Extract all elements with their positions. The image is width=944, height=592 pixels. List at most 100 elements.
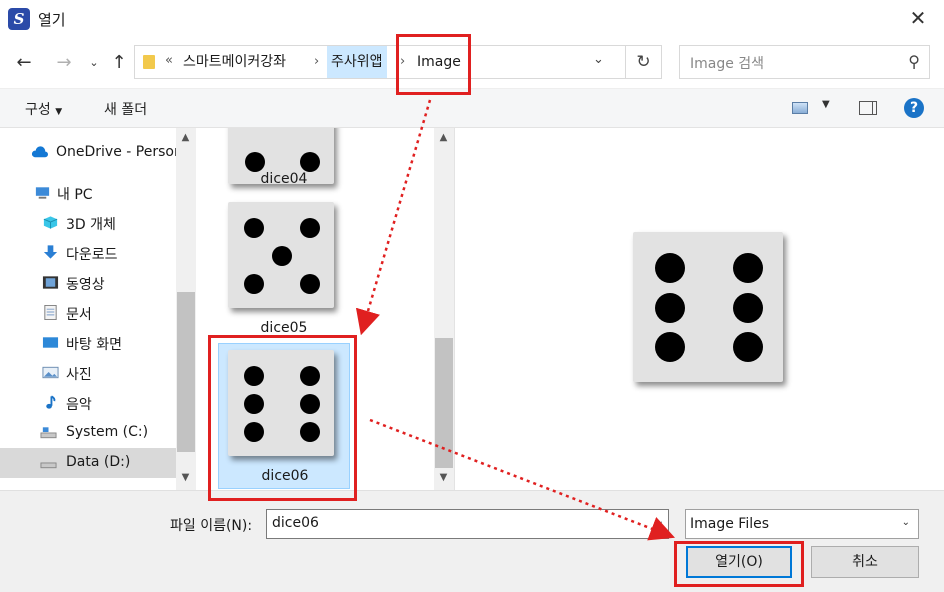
breadcrumb-separator-icon[interactable]: › (314, 46, 319, 78)
folder-icon (143, 55, 155, 69)
back-arrow-icon[interactable]: ← (13, 52, 35, 74)
sidebar-item-this-pc[interactable]: 내 PC (0, 178, 176, 208)
music-icon (46, 395, 56, 409)
scroll-up-icon[interactable]: ▲ (177, 132, 194, 143)
dice-pip (272, 246, 292, 266)
dice-preview-image (633, 232, 783, 382)
search-input[interactable]: Image 검색 (690, 53, 764, 73)
file-list-scrollbar[interactable]: ▲ ▼ (434, 128, 454, 490)
help-icon[interactable]: ? (904, 98, 924, 118)
forward-arrow-icon[interactable]: → (53, 52, 75, 74)
filename-field[interactable]: dice06 ⌄ (266, 509, 669, 539)
sidebar-item-pictures[interactable]: 사진 (0, 358, 176, 388)
breadcrumb-item-dice-app[interactable]: 주사위앱 (327, 46, 387, 78)
file-item-dice05[interactable]: dice05 (218, 202, 350, 342)
sidebar-item-system-c[interactable]: System (C:) (0, 418, 176, 448)
sidebar-item-3d-objects[interactable]: 3D 개체 (0, 208, 176, 238)
filename-label: 파일 이름(N): (170, 518, 253, 534)
search-icon[interactable]: ⚲ (908, 52, 920, 71)
organize-label: 구성 (25, 102, 51, 118)
dice-pip (245, 152, 265, 172)
sidebar-item-downloads[interactable]: 다운로드 (0, 238, 176, 268)
sidebar-item-label: 동영상 (66, 277, 105, 293)
organize-menu[interactable]: 구성 ▼ (25, 99, 62, 119)
dice-thumbnail (228, 202, 334, 308)
preview-pane (454, 128, 944, 490)
filename-value[interactable]: dice06 (272, 515, 319, 531)
scroll-down-icon[interactable]: ▼ (435, 472, 452, 483)
view-dropdown-icon[interactable]: ▼ (822, 99, 830, 110)
desktop-icon (42, 337, 59, 348)
refresh-icon[interactable]: ↻ (625, 46, 661, 78)
view-icon[interactable] (792, 102, 808, 114)
filename-dropdown-icon[interactable]: ⌄ (656, 516, 664, 527)
window-title: 열기 (38, 11, 66, 29)
navigation-bar: ← → ⌄ ↑ « 스마트메이커강좌 › 주사위앱 › Image ⌄ ↻ Im… (0, 38, 944, 88)
dice-pip (244, 218, 264, 238)
drive-icon (40, 427, 57, 439)
file-name: dice04 (260, 171, 308, 187)
dice-pip (655, 332, 685, 362)
sidebar-item-label: Data (D:) (66, 454, 131, 470)
video-icon (42, 276, 59, 289)
pc-icon (35, 187, 50, 199)
address-dropdown-icon[interactable]: ⌄ (593, 52, 604, 67)
sidebar-item-label: 사진 (66, 367, 92, 383)
download-icon (43, 245, 58, 259)
sidebar-scrollbar[interactable]: ▲ ▼ (176, 128, 196, 490)
document-icon (44, 305, 57, 320)
sidebar-item-label: System (C:) (66, 424, 149, 440)
app-icon: S (8, 8, 30, 30)
scroll-up-icon[interactable]: ▲ (435, 132, 452, 143)
dice-pip (244, 274, 264, 294)
breadcrumb-overflow[interactable]: « (165, 53, 173, 68)
sidebar-item-label: 3D 개체 (66, 217, 116, 233)
cancel-button[interactable]: 취소 (811, 546, 919, 578)
drive-icon (40, 462, 57, 469)
navigation-pane: OneDrive - Person 내 PC 3D 개체 다운로드 동영상 문서… (0, 128, 196, 490)
picture-icon (42, 366, 59, 379)
scroll-down-icon[interactable]: ▼ (177, 472, 194, 483)
dice-pip (733, 293, 763, 323)
sidebar-item-videos[interactable]: 동영상 (0, 268, 176, 298)
sidebar-item-label: 문서 (66, 307, 92, 323)
sidebar-item-desktop[interactable]: 바탕 화면 (0, 328, 176, 358)
sidebar-item-music[interactable]: 음악 (0, 388, 176, 418)
filetype-select[interactable]: Image Files ⌄ (685, 509, 919, 539)
search-box[interactable]: Image 검색 ⚲ (679, 45, 930, 79)
file-item-dice04[interactable]: dice04 (218, 128, 350, 208)
new-folder-button[interactable]: 새 폴더 (104, 99, 147, 119)
sidebar-item-label: 음악 (66, 397, 92, 413)
annotation-box-open-button (674, 541, 804, 587)
cube-icon (43, 216, 58, 229)
dice-pip (300, 274, 320, 294)
cloud-icon (31, 146, 48, 158)
command-toolbar: 구성 ▼ 새 폴더 ▼ ? (0, 88, 944, 128)
file-name: dice05 (260, 320, 308, 336)
annotation-box-dice06 (208, 335, 357, 501)
sidebar-item-documents[interactable]: 문서 (0, 298, 176, 328)
sidebar-item-label: 다운로드 (66, 247, 118, 263)
up-arrow-icon[interactable]: ↑ (108, 52, 130, 74)
sidebar-item-label: OneDrive - Person (56, 144, 176, 160)
dice-pip (655, 293, 685, 323)
file-list-scroll-thumb[interactable] (435, 338, 453, 468)
dice-pip (655, 253, 685, 283)
title-bar: S 열기 ✕ (0, 0, 944, 38)
filetype-value: Image Files (690, 516, 770, 532)
breadcrumb-item-smartmaker[interactable]: 스마트메이커강좌 (183, 46, 286, 78)
sidebar-item-label: 내 PC (57, 187, 93, 203)
preview-pane-icon[interactable] (859, 101, 877, 115)
sidebar-scroll-thumb[interactable] (177, 292, 195, 452)
annotation-box-image-breadcrumb (396, 34, 471, 95)
filetype-dropdown-icon[interactable]: ⌄ (902, 517, 910, 528)
dropdown-arrow-icon: ▼ (55, 107, 63, 117)
dice-pip (300, 218, 320, 238)
close-icon[interactable]: ✕ (906, 6, 930, 30)
recent-locations-chevron-icon[interactable]: ⌄ (83, 52, 105, 74)
dice-pip (733, 332, 763, 362)
sidebar-item-onedrive[interactable]: OneDrive - Person (0, 138, 176, 168)
dice-pip (733, 253, 763, 283)
dice-pip (300, 152, 320, 172)
sidebar-item-data-d[interactable]: Data (D:) (0, 448, 176, 478)
